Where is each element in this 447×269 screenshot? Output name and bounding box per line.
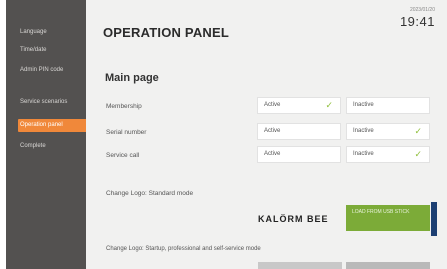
screen: Language Time/date Admin PIN code Servic… <box>0 0 447 269</box>
option-label: Active <box>264 151 281 157</box>
checkmark-icon: ✓ <box>414 149 422 159</box>
membership-inactive-option[interactable]: Inactive <box>346 97 430 114</box>
row-label-service-call: Service call <box>106 152 140 159</box>
time-display: 19:41 <box>399 14 435 29</box>
sidebar-item-admin-pin[interactable]: Admin PIN code <box>20 64 84 77</box>
logo-slot-bar <box>346 262 430 269</box>
sidebar-item-operation-panel[interactable]: Operation panel <box>18 119 88 132</box>
checkmark-icon: ✓ <box>414 126 422 136</box>
section-title: Main page <box>105 72 159 84</box>
row-label-serial-number: Serial number <box>106 129 147 136</box>
logo-slot-bar <box>258 262 342 269</box>
option-label: Inactive <box>353 102 374 108</box>
sidebar: Language Time/date Admin PIN code Servic… <box>6 0 88 269</box>
load-from-usb-button[interactable]: LOAD FROM USB STICK <box>346 205 430 231</box>
option-label: Inactive <box>353 128 374 134</box>
service-call-active-option[interactable]: Active <box>257 146 341 163</box>
option-label: Active <box>264 102 281 108</box>
row-label-membership: Membership <box>106 103 142 110</box>
sidebar-item-time-date[interactable]: Time/date <box>20 44 84 57</box>
sidebar-item-language[interactable]: Language <box>20 26 84 39</box>
sidebar-item-service-scenarios[interactable]: Service scenarios <box>20 96 84 109</box>
logo-standard-label: Change Logo: Standard mode <box>106 190 194 197</box>
date-display: 2023/01/20 <box>409 7 435 13</box>
checkmark-icon: ✓ <box>325 100 333 110</box>
kalorm-logo: KALÖRM BEE <box>258 214 329 224</box>
page-title: OPERATION PANEL <box>103 25 230 40</box>
membership-active-option[interactable]: Active ✓ <box>257 97 341 114</box>
serial-number-active-option[interactable]: Active <box>257 123 341 140</box>
serial-number-inactive-option[interactable]: Inactive ✓ <box>346 123 430 140</box>
option-label: Inactive <box>353 151 374 157</box>
option-label: Active <box>264 128 281 134</box>
sidebar-item-complete[interactable]: Complete <box>20 140 84 153</box>
side-tab <box>431 202 437 236</box>
service-call-inactive-option[interactable]: Inactive ✓ <box>346 146 430 163</box>
logo-startup-label: Change Logo: Startup, professional and s… <box>106 246 261 252</box>
